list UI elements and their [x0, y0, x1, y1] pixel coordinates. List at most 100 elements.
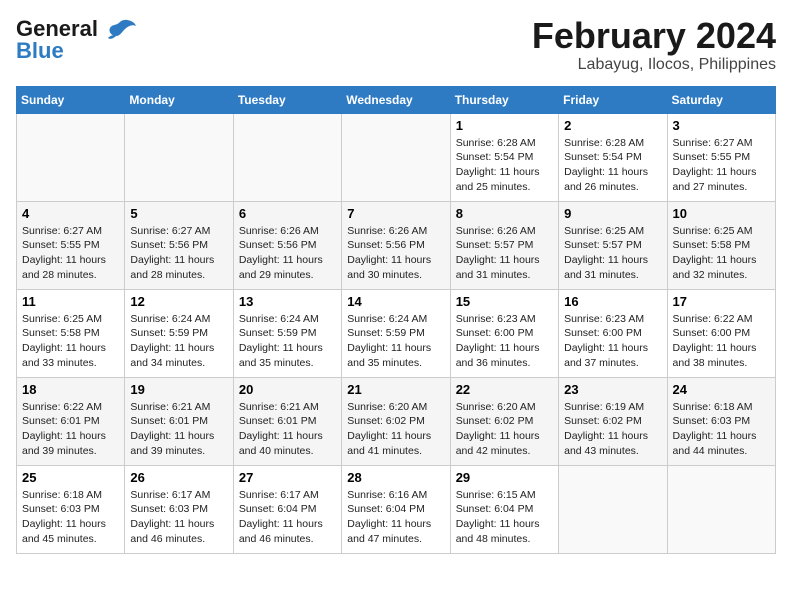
- calendar-cell: 6Sunrise: 6:26 AM Sunset: 5:56 PM Daylig…: [233, 201, 341, 289]
- weekday-header-tuesday: Tuesday: [233, 86, 341, 113]
- day-number: 3: [673, 118, 770, 133]
- calendar-cell: 8 Sunrise: 6:26 AM Sunset: 5:57 PM Daylig…: [450, 201, 558, 289]
- weekday-header-thursday: Thursday: [450, 86, 558, 113]
- day-info: Sunrise: 6:19 AM Sunset: 6:02 PM Dayligh…: [564, 400, 661, 459]
- calendar-cell: 5Sunrise: 6:27 AM Sunset: 5:56 PM Daylig…: [125, 201, 233, 289]
- weekday-header-wednesday: Wednesday: [342, 86, 450, 113]
- location: Labayug, Ilocos, Philippines: [532, 56, 776, 74]
- month-title: February 2024: [532, 16, 776, 56]
- day-info: Sunrise: 6:15 AM Sunset: 6:04 PM Dayligh…: [456, 488, 553, 547]
- calendar-cell: 19 Sunrise: 6:21 AM Sunset: 6:01 PM Dayli…: [125, 377, 233, 465]
- calendar-cell: 28Sunrise: 6:16 AM Sunset: 6:04 PM Dayli…: [342, 465, 450, 553]
- day-info: Sunrise: 6:26 AM Sunset: 5:56 PM Dayligh…: [347, 224, 444, 283]
- day-info: Sunrise: 6:23 AM Sunset: 6:00 PM Dayligh…: [456, 312, 553, 371]
- day-number: 14: [347, 294, 444, 309]
- day-number: 6: [239, 206, 336, 221]
- calendar-cell: [342, 113, 450, 201]
- calendar-cell: 27 Sunrise: 6:17 AM Sunset: 6:04 PM Dayli…: [233, 465, 341, 553]
- day-number: 15: [456, 294, 553, 309]
- day-info: Sunrise: 6:27 AM Sunset: 5:55 PM Dayligh…: [673, 136, 770, 195]
- day-number: 7: [347, 206, 444, 221]
- weekday-header-sunday: Sunday: [17, 86, 125, 113]
- calendar-cell: 13Sunrise: 6:24 AM Sunset: 5:59 PM Dayli…: [233, 289, 341, 377]
- day-number: 25: [22, 470, 119, 485]
- calendar-cell: 16 Sunrise: 6:23 AM Sunset: 6:00 PM Dayli…: [559, 289, 667, 377]
- day-info: Sunrise: 6:24 AM Sunset: 5:59 PM Dayligh…: [130, 312, 227, 371]
- day-number: 12: [130, 294, 227, 309]
- day-number: 16: [564, 294, 661, 309]
- day-number: 23: [564, 382, 661, 397]
- calendar-cell: 26 Sunrise: 6:17 AM Sunset: 6:03 PM Dayli…: [125, 465, 233, 553]
- day-number: 19: [130, 382, 227, 397]
- calendar-cell: [125, 113, 233, 201]
- day-number: 4: [22, 206, 119, 221]
- day-info: Sunrise: 6:23 AM Sunset: 6:00 PM Dayligh…: [564, 312, 661, 371]
- week-row-5: 25Sunrise: 6:18 AM Sunset: 6:03 PM Dayli…: [17, 465, 776, 553]
- calendar-cell: 4 Sunrise: 6:27 AM Sunset: 5:55 PM Daylig…: [17, 201, 125, 289]
- day-number: 21: [347, 382, 444, 397]
- calendar-cell: [17, 113, 125, 201]
- calendar-cell: [559, 465, 667, 553]
- day-info: Sunrise: 6:21 AM Sunset: 6:01 PM Dayligh…: [239, 400, 336, 459]
- day-number: 1: [456, 118, 553, 133]
- day-number: 20: [239, 382, 336, 397]
- calendar-cell: 3 Sunrise: 6:27 AM Sunset: 5:55 PM Daylig…: [667, 113, 775, 201]
- day-info: Sunrise: 6:17 AM Sunset: 6:04 PM Dayligh…: [239, 488, 336, 547]
- day-number: 10: [673, 206, 770, 221]
- day-info: Sunrise: 6:26 AM Sunset: 5:57 PM Dayligh…: [456, 224, 553, 283]
- weekday-header-friday: Friday: [559, 86, 667, 113]
- day-number: 24: [673, 382, 770, 397]
- day-number: 11: [22, 294, 119, 309]
- weekday-header-saturday: Saturday: [667, 86, 775, 113]
- day-info: Sunrise: 6:28 AM Sunset: 5:54 PM Dayligh…: [564, 136, 661, 195]
- day-info: Sunrise: 6:22 AM Sunset: 6:00 PM Dayligh…: [673, 312, 770, 371]
- header: General Blue February 2024 Labayug, Iloc…: [16, 16, 776, 74]
- calendar-cell: 2 Sunrise: 6:28 AM Sunset: 5:54 PM Daylig…: [559, 113, 667, 201]
- day-number: 27: [239, 470, 336, 485]
- calendar-cell: 23 Sunrise: 6:19 AM Sunset: 6:02 PM Dayli…: [559, 377, 667, 465]
- day-number: 2: [564, 118, 661, 133]
- day-info: Sunrise: 6:25 AM Sunset: 5:58 PM Dayligh…: [22, 312, 119, 371]
- day-number: 26: [130, 470, 227, 485]
- calendar-cell: 20 Sunrise: 6:21 AM Sunset: 6:01 PM Dayli…: [233, 377, 341, 465]
- day-info: Sunrise: 6:25 AM Sunset: 5:58 PM Dayligh…: [673, 224, 770, 283]
- calendar-cell: 29 Sunrise: 6:15 AM Sunset: 6:04 PM Dayli…: [450, 465, 558, 553]
- day-number: 29: [456, 470, 553, 485]
- logo: General Blue: [16, 16, 138, 64]
- day-info: Sunrise: 6:21 AM Sunset: 6:01 PM Dayligh…: [130, 400, 227, 459]
- day-info: Sunrise: 6:16 AM Sunset: 6:04 PM Dayligh…: [347, 488, 444, 547]
- week-row-1: 1 Sunrise: 6:28 AM Sunset: 5:54 PM Daylig…: [17, 113, 776, 201]
- calendar-table: SundayMondayTuesdayWednesdayThursdayFrid…: [16, 86, 776, 554]
- calendar-cell: 11 Sunrise: 6:25 AM Sunset: 5:58 PM Dayli…: [17, 289, 125, 377]
- day-info: Sunrise: 6:24 AM Sunset: 5:59 PM Dayligh…: [347, 312, 444, 371]
- day-number: 5: [130, 206, 227, 221]
- day-number: 18: [22, 382, 119, 397]
- calendar-cell: 1Sunrise: 6:28 AM Sunset: 5:54 PM Daylig…: [450, 113, 558, 201]
- calendar-cell: 12 Sunrise: 6:24 AM Sunset: 5:59 PM Dayli…: [125, 289, 233, 377]
- logo-bird-icon: [102, 18, 138, 40]
- week-row-3: 11 Sunrise: 6:25 AM Sunset: 5:58 PM Dayli…: [17, 289, 776, 377]
- calendar-cell: 15 Sunrise: 6:23 AM Sunset: 6:00 PM Dayli…: [450, 289, 558, 377]
- day-number: 22: [456, 382, 553, 397]
- calendar-cell: 21 Sunrise: 6:20 AM Sunset: 6:02 PM Dayli…: [342, 377, 450, 465]
- logo-blue: Blue: [16, 38, 64, 64]
- day-info: Sunrise: 6:22 AM Sunset: 6:01 PM Dayligh…: [22, 400, 119, 459]
- day-number: 8: [456, 206, 553, 221]
- weekday-header-monday: Monday: [125, 86, 233, 113]
- day-info: Sunrise: 6:20 AM Sunset: 6:02 PM Dayligh…: [456, 400, 553, 459]
- day-info: Sunrise: 6:27 AM Sunset: 5:55 PM Dayligh…: [22, 224, 119, 283]
- calendar-cell: 25Sunrise: 6:18 AM Sunset: 6:03 PM Dayli…: [17, 465, 125, 553]
- day-info: Sunrise: 6:20 AM Sunset: 6:02 PM Dayligh…: [347, 400, 444, 459]
- calendar-cell: 10 Sunrise: 6:25 AM Sunset: 5:58 PM Dayli…: [667, 201, 775, 289]
- weekday-header-row: SundayMondayTuesdayWednesdayThursdayFrid…: [17, 86, 776, 113]
- week-row-2: 4 Sunrise: 6:27 AM Sunset: 5:55 PM Daylig…: [17, 201, 776, 289]
- calendar-cell: 17Sunrise: 6:22 AM Sunset: 6:00 PM Dayli…: [667, 289, 775, 377]
- day-number: 9: [564, 206, 661, 221]
- calendar-cell: 7 Sunrise: 6:26 AM Sunset: 5:56 PM Daylig…: [342, 201, 450, 289]
- calendar-cell: 24Sunrise: 6:18 AM Sunset: 6:03 PM Dayli…: [667, 377, 775, 465]
- day-number: 13: [239, 294, 336, 309]
- week-row-4: 18 Sunrise: 6:22 AM Sunset: 6:01 PM Dayli…: [17, 377, 776, 465]
- calendar-cell: [667, 465, 775, 553]
- day-info: Sunrise: 6:17 AM Sunset: 6:03 PM Dayligh…: [130, 488, 227, 547]
- calendar-cell: 9Sunrise: 6:25 AM Sunset: 5:57 PM Daylig…: [559, 201, 667, 289]
